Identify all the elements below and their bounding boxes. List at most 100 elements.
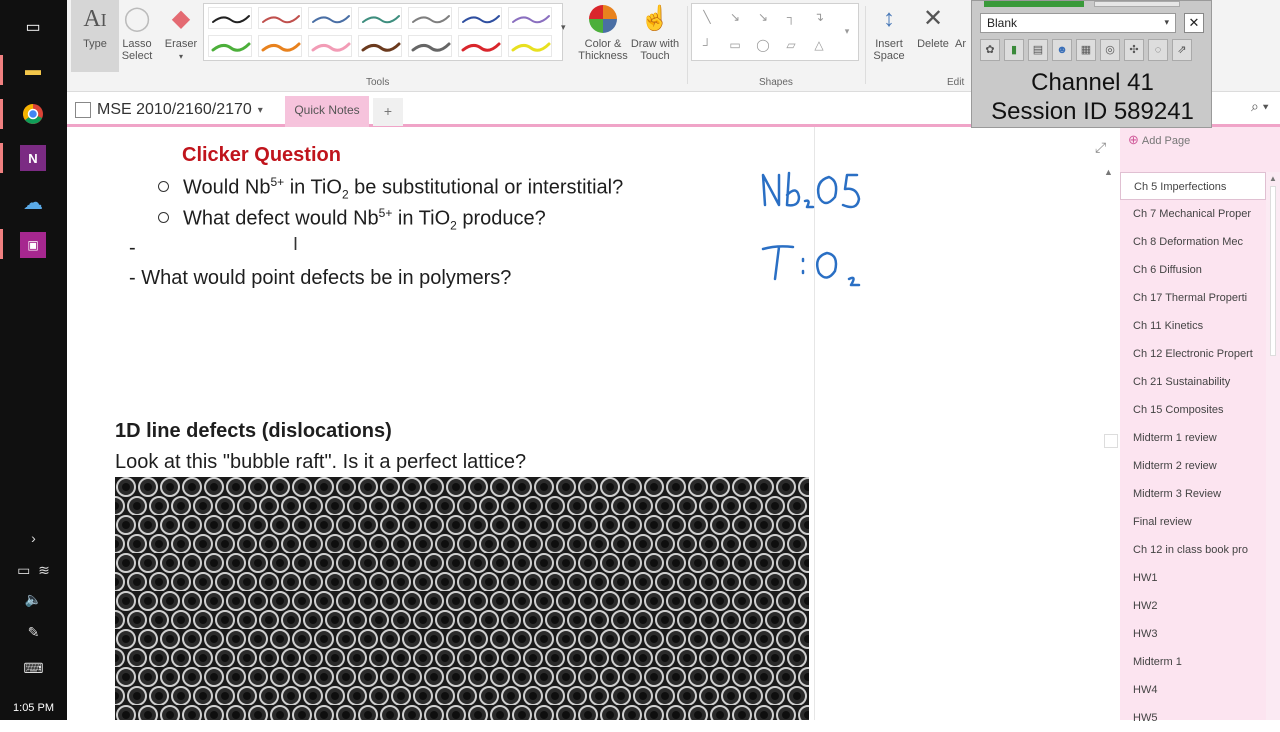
close-button[interactable]: ✕	[1184, 13, 1204, 33]
page-list-item[interactable]: Ch 7 Mechanical Proper	[1120, 200, 1266, 228]
task-view-icon[interactable]: ▭	[20, 14, 46, 40]
q1-text-c: be substitutional or interstitial?	[348, 176, 624, 199]
question-line-3: - What would point defects be in polymer…	[129, 267, 512, 289]
page-list-item[interactable]: Ch 12 Electronic Propert	[1120, 340, 1266, 368]
pen-swatch[interactable]	[458, 7, 502, 29]
chart-icon[interactable]: ▮	[1004, 39, 1024, 61]
page-list-scrollbar[interactable]: ▲	[1266, 172, 1280, 720]
onedrive-icon[interactable]: ☁	[20, 189, 46, 215]
line-shape-icon[interactable]: ╲	[698, 10, 716, 24]
pen-swatch[interactable]	[308, 35, 352, 57]
page-list-item[interactable]: HW2	[1120, 592, 1266, 620]
page-list-item[interactable]: Ch 15 Composites	[1120, 396, 1266, 424]
pen-swatch[interactable]	[258, 35, 302, 57]
axis-arrow-shape-icon[interactable]: ↴	[810, 10, 828, 24]
clock[interactable]: 1:05 PM	[0, 702, 67, 714]
template-select[interactable]: Blank ▾	[980, 13, 1176, 33]
pen-swatch[interactable]	[258, 7, 302, 29]
page-list-item[interactable]: Ch 5 Imperfections	[1120, 172, 1266, 200]
page-list-item[interactable]: HW5	[1120, 704, 1266, 732]
type-button[interactable]: AI Type	[71, 0, 119, 72]
onenote-icon[interactable]: N	[20, 145, 46, 171]
page-list-item[interactable]: Ch 17 Thermal Properti	[1120, 284, 1266, 312]
axis-shape-icon[interactable]: ┐	[782, 10, 800, 24]
chevron-down-icon: ▾	[257, 104, 263, 116]
bubble-raft-picture	[115, 477, 809, 720]
page-list-pane: ⊕ Add Page Ch 5 Imperfections Ch 7 Mechani…	[1120, 127, 1280, 724]
globe-icon[interactable]: ◎	[1100, 39, 1120, 61]
ribbon-divider	[687, 6, 688, 84]
add-page-button[interactable]: ⊕ Add Page	[1128, 132, 1190, 148]
page-list-item[interactable]: Ch 12 in class book pro	[1120, 536, 1266, 564]
settings-gear-icon[interactable]: ✿	[980, 39, 1000, 61]
chrome-icon[interactable]	[20, 101, 46, 127]
page-list-item[interactable]: Midterm 1	[1120, 648, 1266, 676]
add-section-button[interactable]: +	[373, 98, 403, 126]
page-list-item[interactable]: Final review	[1120, 508, 1266, 536]
keyboard-icon[interactable]: ⌨	[0, 660, 67, 677]
presenter-app-icon[interactable]: ▣	[20, 232, 46, 258]
color-thickness-button[interactable]: Color & Thickness	[575, 0, 631, 62]
page-list-item[interactable]: Ch 11 Kinetics	[1120, 312, 1266, 340]
insert-space-button[interactable]: ↕ Insert Space	[867, 0, 911, 62]
search-icon[interactable]: ⌕ ▾	[1251, 98, 1269, 115]
pen-workspace-icon[interactable]: ✎	[0, 624, 67, 641]
pen-swatch[interactable]	[508, 35, 552, 57]
page-list-item[interactable]: Ch 8 Deformation Mec	[1120, 228, 1266, 256]
scroll-up-icon[interactable]: ▲	[1269, 174, 1277, 183]
eraser-dropdown-icon[interactable]: ▾	[179, 52, 183, 61]
ellipse-shape-icon[interactable]: ◯	[754, 38, 772, 52]
triangle-shape-icon[interactable]: △	[810, 38, 828, 52]
page-list-item[interactable]: Midterm 3 Review	[1120, 480, 1266, 508]
page-list-item[interactable]: Ch 6 Diffusion	[1120, 256, 1266, 284]
double-arrow-shape-icon[interactable]: ↘	[754, 10, 772, 24]
shapes-expand-icon[interactable]: ▾	[838, 24, 856, 38]
pen-swatch[interactable]	[208, 7, 252, 29]
page-list-item[interactable]: HW4	[1120, 676, 1266, 704]
quiz-icon[interactable]: ▦	[1076, 39, 1096, 61]
arrow-shape-icon[interactable]: ↘	[726, 10, 744, 24]
graph-axis-shape-icon[interactable]: ┘	[698, 38, 716, 52]
show-hidden-icons-chevron-icon[interactable]: ›	[0, 530, 67, 546]
rectangle-shape-icon[interactable]: ▭	[726, 38, 744, 52]
volume-icon[interactable]: 🔈	[0, 591, 67, 608]
pen-swatch[interactable]	[358, 7, 402, 29]
scroll-up-icon[interactable]: ▲	[1104, 167, 1113, 177]
export-icon[interactable]: ⇗	[1172, 39, 1192, 61]
scrollbar-thumb[interactable]	[1270, 186, 1276, 356]
page-list-item[interactable]: Midterm 1 review	[1120, 424, 1266, 452]
file-explorer-icon[interactable]: ▬	[20, 58, 46, 84]
delete-button[interactable]: ✕ Delete	[911, 0, 955, 50]
pen-swatch[interactable]	[408, 35, 452, 57]
bubble-raft-question: Look at this "bubble raft". Is it a perf…	[115, 451, 527, 473]
page-list-item[interactable]: HW1	[1120, 564, 1266, 592]
page-canvas[interactable]: ⤢ ▲ Clicker Question Would Nb5+ in TiO2 …	[67, 127, 1120, 720]
device-icon[interactable]: ▤	[1028, 39, 1048, 61]
group-icon[interactable]: ✣	[1124, 39, 1144, 61]
q2-superscript: 5+	[378, 206, 393, 220]
pen-swatch[interactable]	[308, 7, 352, 29]
notebook-selector[interactable]: MSE 2010/2160/2170 ▾	[75, 101, 263, 119]
bubble-raft-image[interactable]	[115, 477, 809, 720]
pen-swatch[interactable]	[408, 7, 452, 29]
page-list-item[interactable]: Ch 21 Sustainability	[1120, 368, 1266, 396]
question-line-1: Would Nb5+ in TiO2 be substitutional or …	[158, 175, 623, 202]
pen-swatch[interactable]	[508, 7, 552, 29]
pen-swatch[interactable]	[358, 35, 402, 57]
lasso-select-button[interactable]: ◯ Lasso Select	[117, 0, 157, 62]
tab-quick-notes[interactable]: Quick Notes	[285, 96, 369, 127]
expand-icon[interactable]: ⤢	[1095, 139, 1106, 156]
eraser-button[interactable]: ◆ Eraser ▾	[161, 0, 201, 62]
page-list-item[interactable]: Midterm 2 review	[1120, 452, 1266, 480]
touch-label: Touch	[640, 50, 670, 62]
scroll-handle[interactable]	[1104, 434, 1118, 448]
parallelogram-shape-icon[interactable]: ▱	[782, 38, 800, 52]
pen-gallery-expand-icon[interactable]: ▾	[561, 22, 566, 33]
pen-swatch[interactable]	[458, 35, 502, 57]
shapes-group-label: Shapes	[759, 77, 793, 88]
pen-swatch[interactable]	[208, 35, 252, 57]
participants-icon[interactable]: ☻	[1052, 39, 1072, 61]
speech-bubble-icon[interactable]: ◌	[1148, 39, 1168, 61]
page-list-item[interactable]: HW3	[1120, 620, 1266, 648]
draw-with-touch-button[interactable]: ☝ Draw with Touch	[627, 0, 683, 62]
